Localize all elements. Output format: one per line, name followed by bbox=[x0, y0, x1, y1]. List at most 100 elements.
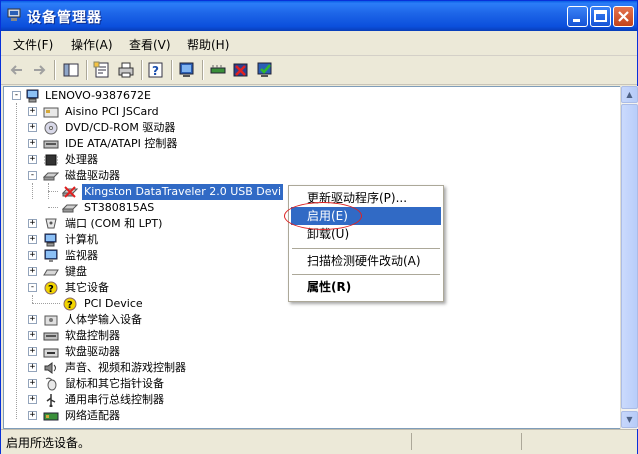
minimize-button[interactable] bbox=[567, 6, 588, 27]
tree-item-floppy-controller[interactable]: + 软盘控制器 bbox=[4, 328, 304, 344]
status-text: 启用所选设备。 bbox=[6, 436, 91, 450]
tree-item-label: 鼠标和其它指针设备 bbox=[65, 377, 164, 390]
expand-toggle[interactable]: + bbox=[28, 347, 37, 356]
print-icon[interactable] bbox=[116, 60, 136, 80]
menu-item-scan-hardware[interactable]: 扫描检测硬件改动(A) bbox=[291, 252, 441, 270]
tree-item-label: 声音、视频和游戏控制器 bbox=[65, 361, 186, 374]
annotation-circle bbox=[284, 202, 362, 230]
update-driver-icon[interactable] bbox=[208, 60, 228, 80]
expand-toggle[interactable]: + bbox=[28, 267, 37, 276]
tree-item-label: Kingston DataTraveler 2.0 USB Devi bbox=[82, 184, 284, 200]
tree-item-label: 计算机 bbox=[65, 233, 98, 246]
tree-item-pci-device[interactable]: ? PCI Device bbox=[4, 296, 304, 312]
sound-icon bbox=[44, 362, 56, 374]
collapse-toggle[interactable]: - bbox=[28, 283, 37, 292]
scroll-thumb[interactable] bbox=[621, 104, 638, 409]
uninstall-icon[interactable] bbox=[231, 60, 251, 80]
unknown-device-icon: ? bbox=[63, 297, 77, 311]
keyboard-icon bbox=[43, 269, 59, 276]
expand-toggle[interactable]: + bbox=[28, 411, 37, 420]
menu-file[interactable]: 文件(F) bbox=[13, 36, 53, 53]
tree-item-usb-controllers[interactable]: + 通用串行总线控制器 bbox=[4, 392, 304, 408]
expand-toggle[interactable]: + bbox=[28, 251, 37, 260]
expand-toggle[interactable]: + bbox=[28, 235, 37, 244]
tree-item-hid[interactable]: + 人体学输入设备 bbox=[4, 312, 304, 328]
enable-device-icon[interactable] bbox=[255, 60, 275, 80]
tree-item-smartcard[interactable]: + Aisino PCI JSCard bbox=[4, 104, 304, 120]
expand-toggle[interactable]: + bbox=[28, 155, 37, 164]
device-manager-window: 设备管理器 文件(F) 操作(A) 查看(V) 帮助(H) ? - LENOVO… bbox=[0, 0, 638, 454]
menu-separator bbox=[292, 248, 440, 249]
tree-item-label: 网络适配器 bbox=[65, 409, 120, 422]
usb-icon bbox=[46, 394, 56, 407]
scroll-down-button[interactable]: ▼ bbox=[621, 411, 638, 428]
tree-item-ide[interactable]: + IDE ATA/ATAPI 控制器 bbox=[4, 136, 304, 152]
tree-item-network-adapters[interactable]: + 网络适配器 bbox=[4, 408, 304, 424]
title-bar[interactable]: 设备管理器 bbox=[1, 1, 637, 31]
tree-item-label: IDE ATA/ATAPI 控制器 bbox=[65, 137, 178, 150]
tree-item-label: 软盘控制器 bbox=[65, 329, 120, 342]
tree-item-monitors[interactable]: + 监视器 bbox=[4, 248, 304, 264]
tree-item-st380815as[interactable]: ST380815AS bbox=[4, 200, 304, 216]
menu-separator bbox=[292, 274, 440, 275]
cdrom-icon bbox=[44, 121, 58, 135]
disk-drive-icon bbox=[43, 172, 59, 181]
tree-item-keyboards[interactable]: + 键盘 bbox=[4, 264, 304, 280]
expand-toggle[interactable]: + bbox=[28, 219, 37, 228]
collapse-toggle[interactable]: - bbox=[28, 171, 37, 180]
network-adapter-icon bbox=[43, 412, 59, 421]
ide-controller-icon bbox=[43, 140, 59, 149]
status-pane bbox=[411, 433, 412, 450]
tree-item-processor[interactable]: + 处理器 bbox=[4, 152, 304, 168]
hard-disk-icon bbox=[62, 204, 78, 213]
expand-toggle[interactable]: + bbox=[28, 139, 37, 148]
tree-item-ports[interactable]: + 端口 (COM 和 LPT) bbox=[4, 216, 304, 232]
properties-icon[interactable] bbox=[92, 60, 112, 80]
tree-item-disk-drives[interactable]: - 磁盘驱动器 bbox=[4, 168, 304, 184]
minimize-icon bbox=[573, 19, 580, 22]
expand-toggle[interactable]: + bbox=[28, 123, 37, 132]
tree-item-sound[interactable]: + 声音、视频和游戏控制器 bbox=[4, 360, 304, 376]
expand-toggle[interactable]: + bbox=[28, 331, 37, 340]
tree-item-label: 人体学输入设备 bbox=[65, 313, 142, 326]
menu-help[interactable]: 帮助(H) bbox=[187, 36, 229, 53]
close-button[interactable] bbox=[613, 6, 634, 27]
vertical-scrollbar[interactable]: ▲ ▼ bbox=[620, 86, 638, 429]
device-manager-icon bbox=[7, 8, 21, 21]
back-icon[interactable] bbox=[7, 60, 27, 80]
tree-item-kingston-usb[interactable]: Kingston DataTraveler 2.0 USB Devi bbox=[4, 184, 304, 200]
svg-text:?: ? bbox=[152, 64, 159, 78]
svg-text:?: ? bbox=[48, 284, 54, 295]
tree-item-label: ST380815AS bbox=[84, 201, 155, 214]
expand-toggle[interactable]: + bbox=[28, 379, 37, 388]
menu-item-properties[interactable]: 属性(R) bbox=[291, 278, 441, 296]
menu-action[interactable]: 操作(A) bbox=[71, 36, 113, 53]
tree-item-label: 键盘 bbox=[65, 265, 87, 278]
tree-item-dvd-cdrom[interactable]: + DVD/CD-ROM 驱动器 bbox=[4, 120, 304, 136]
floppy-controller-icon bbox=[43, 332, 59, 341]
expand-toggle[interactable]: + bbox=[28, 363, 37, 372]
tree-item-label: 端口 (COM 和 LPT) bbox=[65, 217, 163, 230]
maximize-button[interactable] bbox=[590, 6, 611, 27]
tree-item-floppy-drive[interactable]: + 软盘驱动器 bbox=[4, 344, 304, 360]
tree-item-mice[interactable]: + 鼠标和其它指针设备 bbox=[4, 376, 304, 392]
help-icon[interactable]: ? bbox=[146, 60, 166, 80]
tree-item-label: 监视器 bbox=[65, 249, 98, 262]
expand-toggle[interactable]: + bbox=[28, 315, 37, 324]
expand-toggle[interactable]: + bbox=[28, 107, 37, 116]
close-icon bbox=[618, 11, 629, 22]
menu-view[interactable]: 查看(V) bbox=[129, 36, 171, 53]
scroll-up-button[interactable]: ▲ bbox=[621, 86, 638, 103]
port-icon bbox=[45, 218, 57, 229]
forward-icon[interactable] bbox=[29, 60, 49, 80]
show-hide-tree-icon[interactable] bbox=[61, 60, 81, 80]
tree-item-computer[interactable]: + 计算机 bbox=[4, 232, 304, 248]
maximize-icon bbox=[594, 10, 607, 22]
expand-toggle[interactable]: + bbox=[28, 395, 37, 404]
floppy-drive-icon bbox=[43, 348, 59, 358]
scan-hardware-icon[interactable] bbox=[177, 60, 197, 80]
collapse-toggle[interactable]: - bbox=[12, 91, 21, 100]
tree-item-other-devices[interactable]: - ? 其它设备 bbox=[4, 280, 304, 296]
monitor-icon bbox=[44, 249, 58, 262]
tree-root[interactable]: - LENOVO-9387672E bbox=[4, 88, 304, 104]
